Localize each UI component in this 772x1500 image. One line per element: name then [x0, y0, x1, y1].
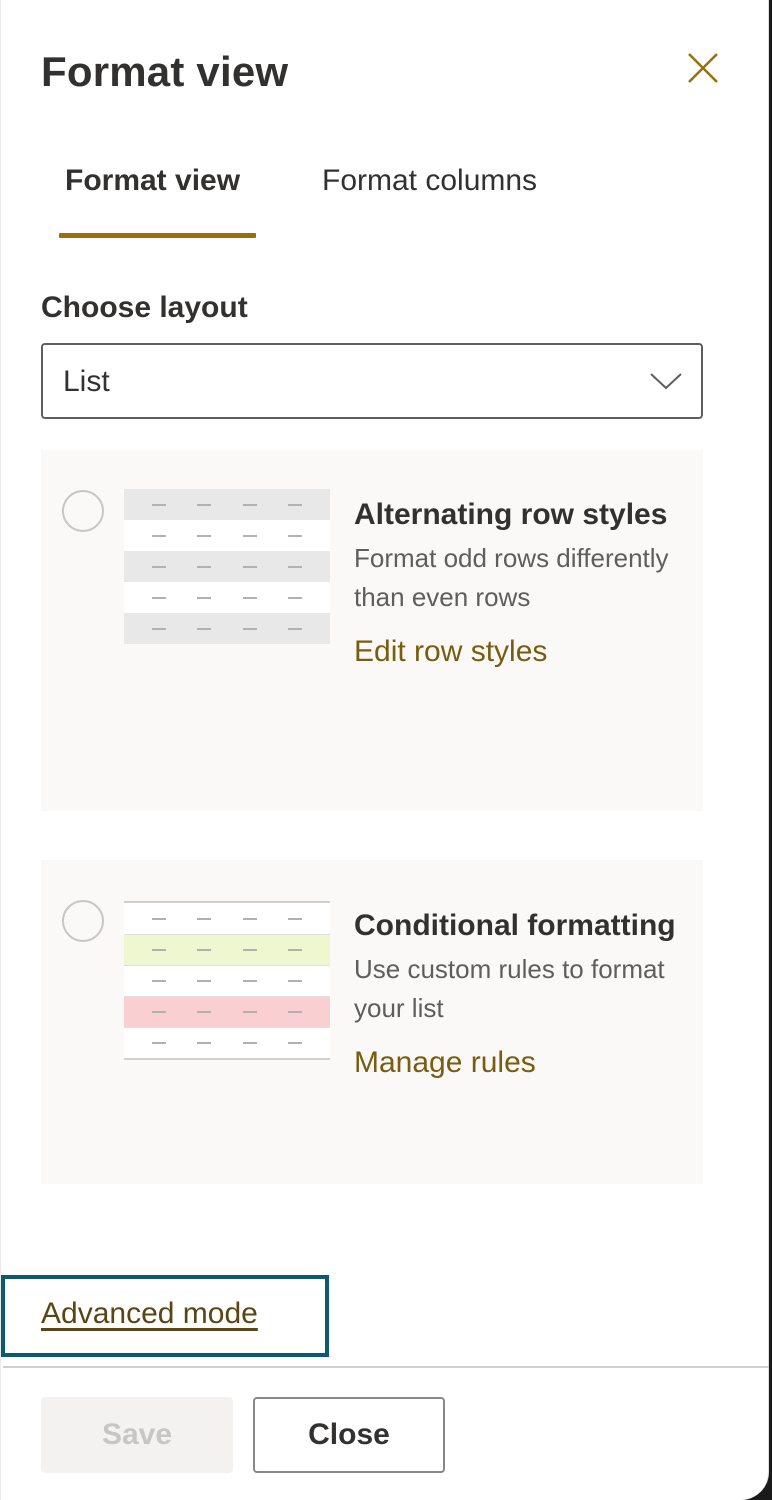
cell-placeholder [242, 949, 257, 951]
cell-placeholder [197, 565, 212, 568]
thumbnail-row [124, 903, 330, 934]
cell-placeholder [288, 1042, 303, 1044]
cell-placeholder [197, 627, 212, 630]
cell-placeholder [197, 917, 212, 920]
cell-placeholder [197, 503, 212, 506]
thumbnail-row [124, 934, 330, 965]
thumbnail-row [124, 582, 330, 613]
panel-title: Format view [41, 48, 289, 95]
conditional-formatting-radio[interactable] [62, 900, 104, 942]
cell-placeholder [151, 917, 166, 920]
cell-placeholder [151, 980, 166, 982]
cell-placeholder [242, 980, 257, 982]
cell-placeholder [151, 503, 166, 506]
thumbnail-row [124, 996, 330, 1027]
choose-layout-label: Choose layout [41, 291, 248, 324]
cell-placeholder [151, 596, 166, 599]
cell-placeholder [151, 949, 166, 951]
cell-placeholder [151, 534, 166, 537]
chevron-down-icon [649, 371, 683, 391]
card-description: Format odd rows differently than even ro… [354, 543, 669, 612]
layout-dropdown-value: List [63, 365, 110, 398]
cell-placeholder [288, 503, 303, 506]
format-view-panel: Format view Format view Format columns C… [0, 0, 769, 1500]
advanced-mode-link[interactable]: Advanced mode [41, 1297, 258, 1331]
cell-placeholder [242, 565, 257, 568]
footer-divider [3, 1366, 769, 1368]
cell-placeholder [151, 565, 166, 568]
cell-placeholder [288, 917, 303, 920]
edit-row-styles-link[interactable]: Edit row styles [354, 635, 547, 669]
cell-placeholder [288, 627, 303, 630]
thumbnail-row [124, 613, 330, 644]
thumbnail-row [124, 965, 330, 996]
tab-format-view[interactable]: Format view [65, 164, 240, 240]
cell-placeholder [242, 627, 257, 630]
manage-rules-link[interactable]: Manage rules [354, 1046, 536, 1080]
cell-placeholder [242, 917, 257, 920]
cell-placeholder [197, 534, 212, 537]
selected-tab-indicator [59, 233, 256, 238]
close-icon[interactable] [685, 50, 721, 86]
cell-placeholder [151, 1011, 166, 1013]
thumbnail-row [124, 1027, 330, 1058]
cell-placeholder [242, 1011, 257, 1013]
cell-placeholder [242, 596, 257, 599]
cell-placeholder [288, 596, 303, 599]
cell-placeholder [288, 949, 303, 951]
thumbnail-row [124, 489, 330, 520]
save-button[interactable]: Save [41, 1397, 233, 1473]
cell-placeholder [197, 1042, 212, 1044]
cell-placeholder [242, 1042, 257, 1044]
cell-placeholder [197, 980, 212, 982]
card-description: Use custom rules to format your list [354, 954, 665, 1023]
cell-placeholder [151, 1042, 166, 1044]
cell-placeholder [197, 596, 212, 599]
cell-placeholder [288, 1011, 303, 1013]
close-button[interactable]: Close [253, 1397, 445, 1473]
conditional-formatting-card: Conditional formatting Use custom rules … [41, 860, 703, 1184]
cell-placeholder [242, 534, 257, 537]
tab-list: Format view Format columns [41, 164, 681, 240]
card-title: Alternating row styles [354, 498, 668, 531]
layout-dropdown[interactable]: List [41, 343, 703, 419]
alternating-rows-thumbnail [124, 489, 330, 644]
alternating-row-styles-card: Alternating row styles Format odd rows d… [41, 450, 703, 811]
conditional-formatting-thumbnail [124, 901, 330, 1060]
cell-placeholder [151, 627, 166, 630]
cell-placeholder [197, 949, 212, 951]
cell-placeholder [288, 534, 303, 537]
alternating-row-styles-radio[interactable] [62, 490, 104, 532]
cell-placeholder [288, 980, 303, 982]
cell-placeholder [197, 1011, 212, 1013]
cell-placeholder [242, 503, 257, 506]
cell-placeholder [288, 565, 303, 568]
thumbnail-row [124, 551, 330, 582]
thumbnail-row [124, 520, 330, 551]
tab-format-columns[interactable]: Format columns [322, 164, 537, 240]
card-title: Conditional formatting [354, 909, 676, 942]
